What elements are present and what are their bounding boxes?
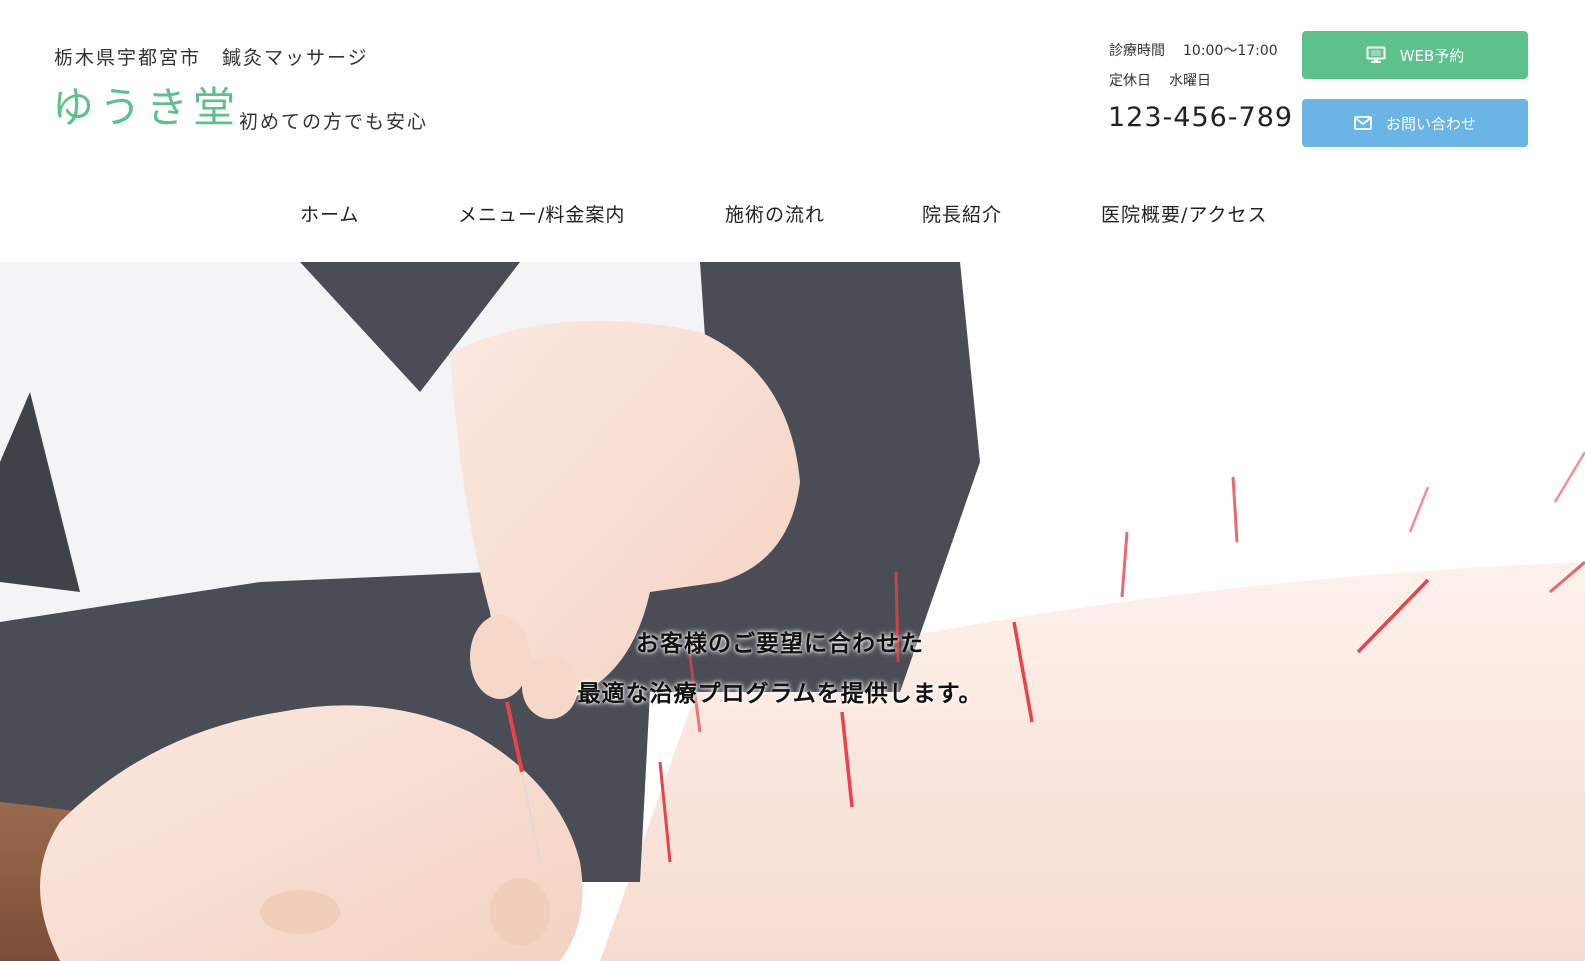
nav-item-home[interactable]: ホーム: [300, 200, 359, 227]
nav-item-access[interactable]: 医院概要/アクセス: [1101, 200, 1267, 227]
site-sublogo: 初めての方でも安心: [239, 111, 429, 133]
site-header: 栃木県宇都宮市 鍼灸マッサージ ゆうき堂 初めての方でも安心 診療時間 10:00…: [0, 0, 1585, 262]
main-nav: ホーム メニュー/料金案内 施術の流れ 院長紹介 医院概要/アクセス: [0, 200, 1585, 230]
closed-day: 定休日 水曜日: [1109, 70, 1211, 90]
site-tagline: 栃木県宇都宮市 鍼灸マッサージ: [54, 47, 369, 69]
hero-heading-line2: 最適な治療プログラムを提供します。: [577, 681, 983, 707]
business-hours: 診療時間 10:00〜17:00: [1109, 40, 1278, 60]
closed-value: 水曜日: [1169, 73, 1211, 89]
web-reservation-button[interactable]: WEB予約: [1302, 31, 1528, 79]
monitor-icon: [1366, 46, 1386, 64]
acupuncture-hero-image: [0, 262, 1585, 961]
hours-label: 診療時間: [1109, 43, 1165, 59]
hours-value: 10:00〜17:00: [1183, 43, 1278, 59]
hero-banner: お客様のご要望に合わせた 最適な治療プログラムを提供します。: [0, 262, 1585, 961]
mail-icon: [1354, 115, 1372, 131]
nav-item-director[interactable]: 院長紹介: [922, 200, 1002, 227]
site-logo[interactable]: ゆうき堂: [52, 82, 240, 134]
nav-item-menu-pricing[interactable]: メニュー/料金案内: [458, 200, 625, 227]
phone-number[interactable]: 123-456-789: [1108, 102, 1293, 133]
contact-label: お問い合わせ: [1385, 114, 1476, 133]
web-reservation-label: WEB予約: [1399, 46, 1465, 65]
nav-item-treatment-flow[interactable]: 施術の流れ: [725, 200, 825, 227]
closed-label: 定休日: [1109, 73, 1151, 89]
hero-heading-line1: お客様のご要望に合わせた: [636, 631, 924, 657]
contact-button[interactable]: お問い合わせ: [1302, 99, 1528, 147]
